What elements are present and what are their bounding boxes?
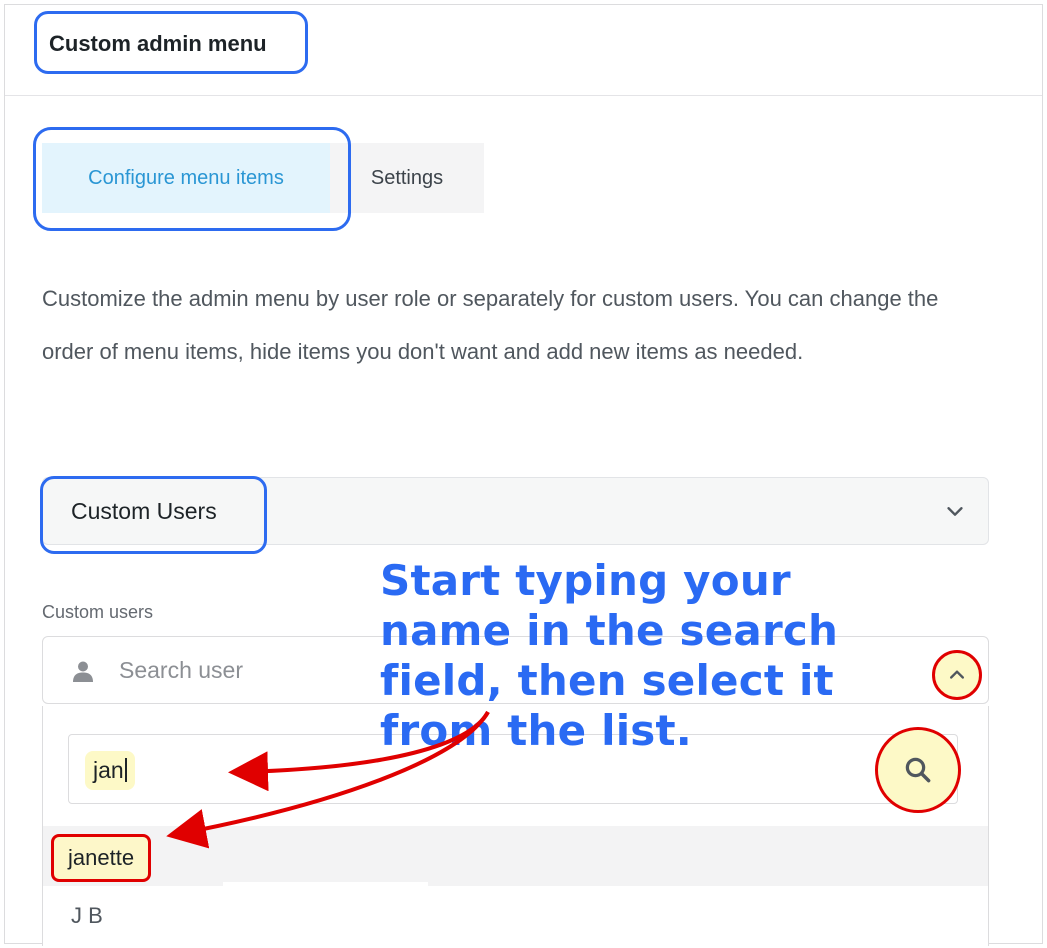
user-result-name: janette (51, 834, 152, 882)
user-icon (73, 661, 93, 682)
page-description: Customize the admin menu by user role or… (42, 286, 939, 364)
role-select[interactable]: Custom Users (42, 477, 989, 545)
user-result-item[interactable]: janette (43, 826, 988, 886)
chevron-up-icon (950, 670, 964, 679)
search-input-value: jan (85, 751, 135, 790)
chevron-down-icon (947, 507, 963, 516)
user-result-name: J B (71, 903, 103, 928)
tab-bar: Configure menu items Settings (42, 143, 484, 213)
user-result-item[interactable]: J B (43, 886, 988, 946)
tab-configure-menu-items[interactable]: Configure menu items (42, 143, 330, 213)
search-icon (905, 757, 931, 783)
user-search-placeholder: Search user (119, 657, 244, 683)
dropdown-toggle[interactable] (932, 650, 982, 700)
header-bar: Custom admin menu (5, 5, 1042, 96)
page-title: Custom admin menu (49, 31, 267, 56)
role-select-value: Custom Users (71, 498, 217, 524)
custom-users-label: Custom users (42, 602, 154, 622)
tab-settings[interactable]: Settings (330, 143, 484, 213)
annotation-callout: Start typing your name in the search fie… (380, 556, 839, 755)
